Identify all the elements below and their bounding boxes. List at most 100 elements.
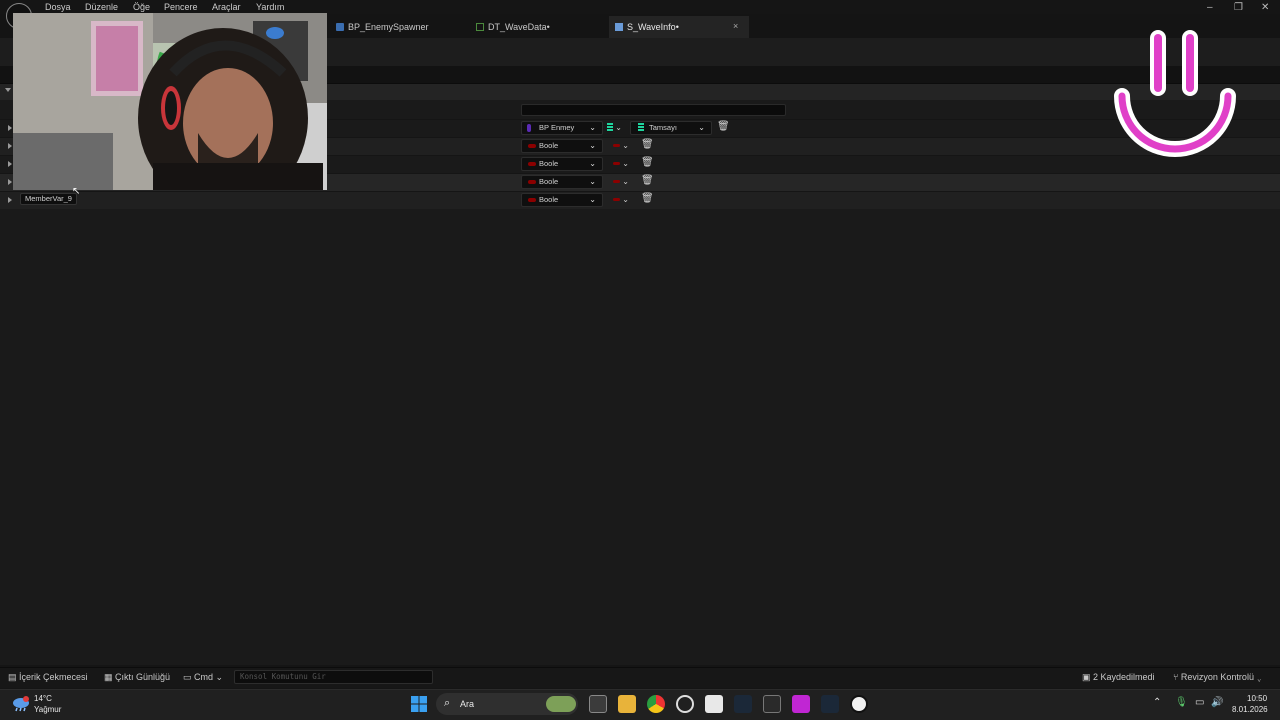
app-icon[interactable]	[676, 695, 694, 713]
cmd-selector[interactable]: ▭ Cmd ⌄	[183, 672, 223, 683]
delete-member-icon[interactable]: 🗑	[641, 175, 654, 186]
member-type-label: Boole	[539, 159, 559, 168]
steam-icon[interactable]	[734, 695, 752, 713]
content-drawer-button[interactable]: ▤ İçerik Çekmecesi	[8, 672, 88, 683]
tab-s-waveinfo[interactable]: S_WaveInfo•	[609, 16, 749, 38]
map-value-type-dropdown[interactable]: Tamsayı ⌄	[630, 121, 712, 135]
webcam-image	[13, 13, 327, 190]
member-type-dropdown[interactable]: Boole ⌄	[521, 193, 603, 207]
overlay-app-icon[interactable]	[792, 695, 810, 713]
windows-taskbar	[0, 689, 1280, 720]
struct-member-row	[0, 191, 1280, 209]
tab-close-button[interactable]: ×	[733, 21, 738, 31]
menu-tools[interactable]: Araçlar	[212, 2, 241, 12]
chevron-down-icon: ⌄	[622, 177, 629, 186]
maximize-button[interactable]: ❐	[1234, 2, 1243, 13]
single-container-icon	[613, 162, 620, 166]
blueprint-icon	[336, 23, 344, 31]
member-type-dropdown[interactable]: Boole ⌄	[521, 175, 603, 189]
revision-control-button[interactable]: ⑂ Revizyon Kontrolü ⌄	[1173, 672, 1262, 682]
datatable-icon	[476, 23, 484, 31]
member-type-dropdown[interactable]: Boole ⌄	[521, 157, 603, 171]
expand-arrow-icon[interactable]	[8, 197, 12, 203]
struct-icon	[615, 23, 623, 31]
save-icon: ▣	[1082, 672, 1094, 682]
boolean-type-icon	[528, 162, 536, 166]
search-highlight-icon	[546, 696, 576, 712]
mouse-cursor-icon: ↖	[72, 186, 81, 197]
chrome-icon[interactable]	[647, 695, 665, 713]
single-container-icon	[613, 198, 620, 202]
chevron-down-icon: ⌄	[589, 177, 596, 186]
chevron-up-icon[interactable]: ⌃	[1153, 697, 1161, 708]
minimize-button[interactable]: –	[1207, 2, 1213, 13]
member-type-label: Boole	[539, 141, 559, 150]
member-name-tooltip: MemberVar_9	[20, 193, 77, 205]
terminal-icon: ▭	[183, 672, 195, 682]
volume-icon[interactable]: 🔊	[1211, 697, 1223, 708]
expand-arrow-icon[interactable]	[8, 161, 12, 167]
clock-date[interactable]: 8.01.2026	[1232, 705, 1268, 714]
container-type-selector[interactable]: ⌄	[607, 121, 629, 135]
container-type-selector[interactable]: ⌄	[613, 157, 635, 171]
single-container-icon	[613, 180, 620, 184]
menu-asset[interactable]: Öğe	[133, 2, 150, 12]
task-view-icon[interactable]	[589, 695, 607, 713]
tooltip-field[interactable]	[521, 104, 786, 116]
store-icon[interactable]	[705, 695, 723, 713]
unsaved-label: 2 Kaydedilmedi	[1093, 672, 1155, 682]
epic-games-icon[interactable]	[763, 695, 781, 713]
container-type-selector[interactable]: ⌄	[613, 175, 635, 189]
container-type-selector[interactable]: ⌄	[613, 139, 635, 153]
microphone-icon[interactable]: 🎙	[1175, 697, 1188, 708]
unsaved-button[interactable]: ▣ 2 Kaydedilmedi	[1082, 672, 1155, 683]
chevron-down-icon: ⌄	[615, 123, 622, 132]
cmd-label: Cmd	[194, 672, 214, 682]
steam-icon[interactable]	[821, 695, 839, 713]
delete-member-icon[interactable]: 🗑	[641, 139, 654, 150]
windows-start-icon[interactable]	[411, 696, 427, 712]
branch-icon: ⑂	[1173, 672, 1181, 682]
weather-condition: Yağmur	[34, 705, 62, 714]
file-explorer-icon[interactable]	[618, 695, 636, 713]
output-log-button[interactable]: ▦ Çıktı Günlüğü	[104, 672, 170, 683]
console-command-input[interactable]: Konsol Komutunu Gir	[234, 670, 433, 684]
integer-type-icon	[638, 123, 644, 132]
chevron-down-icon: ⌄	[589, 159, 596, 168]
close-window-button[interactable]: ✕	[1261, 2, 1269, 13]
tab-label: DT_WaveData•	[488, 22, 550, 32]
delete-member-icon[interactable]: 🗑	[717, 121, 730, 132]
menu-window[interactable]: Pencere	[164, 2, 198, 12]
menu-file[interactable]: Dosya	[45, 2, 71, 12]
output-log-label: Çıktı Günlüğü	[115, 672, 171, 682]
boolean-type-icon	[528, 144, 536, 148]
tab-label: BP_EnemySpawner	[348, 22, 429, 32]
collapse-arrow-icon[interactable]	[5, 88, 11, 92]
member-type-label: Boole	[539, 177, 559, 186]
clock-time[interactable]: 10:50	[1247, 694, 1267, 703]
container-type-selector[interactable]: ⌄	[613, 193, 635, 207]
drawer-icon: ▤	[8, 672, 20, 682]
network-icon[interactable]: ▭	[1195, 697, 1204, 708]
tab-dt-wavedata[interactable]: DT_WaveData•	[470, 16, 608, 38]
delete-member-icon[interactable]: 🗑	[641, 193, 654, 204]
expand-arrow-icon[interactable]	[8, 143, 12, 149]
expand-arrow-icon[interactable]	[8, 125, 12, 131]
member-type-dropdown[interactable]: Boole ⌄	[521, 139, 603, 153]
search-icon: ⌕	[444, 697, 451, 709]
unreal-engine-icon[interactable]	[850, 695, 868, 713]
tab-bp-enemyspawner[interactable]: BP_EnemySpawner	[330, 16, 470, 38]
chevron-down-icon: ⌄	[213, 672, 224, 682]
menu-help[interactable]: Yardım	[256, 2, 284, 12]
member-type-dropdown[interactable]: BP Enmey ⌄	[521, 121, 603, 135]
boolean-type-icon	[528, 180, 536, 184]
expand-arrow-icon[interactable]	[8, 179, 12, 185]
map-container-icon	[607, 123, 613, 132]
chevron-down-icon: ⌄	[622, 195, 629, 204]
rain-cloud-icon[interactable]	[12, 695, 30, 713]
tab-label: S_WaveInfo•	[627, 22, 679, 32]
menu-edit[interactable]: Düzenle	[85, 2, 118, 12]
weather-temperature: 14°C	[34, 694, 52, 703]
delete-member-icon[interactable]: 🗑	[641, 157, 654, 168]
taskbar-search[interactable]: ⌕ Ara	[436, 693, 578, 715]
